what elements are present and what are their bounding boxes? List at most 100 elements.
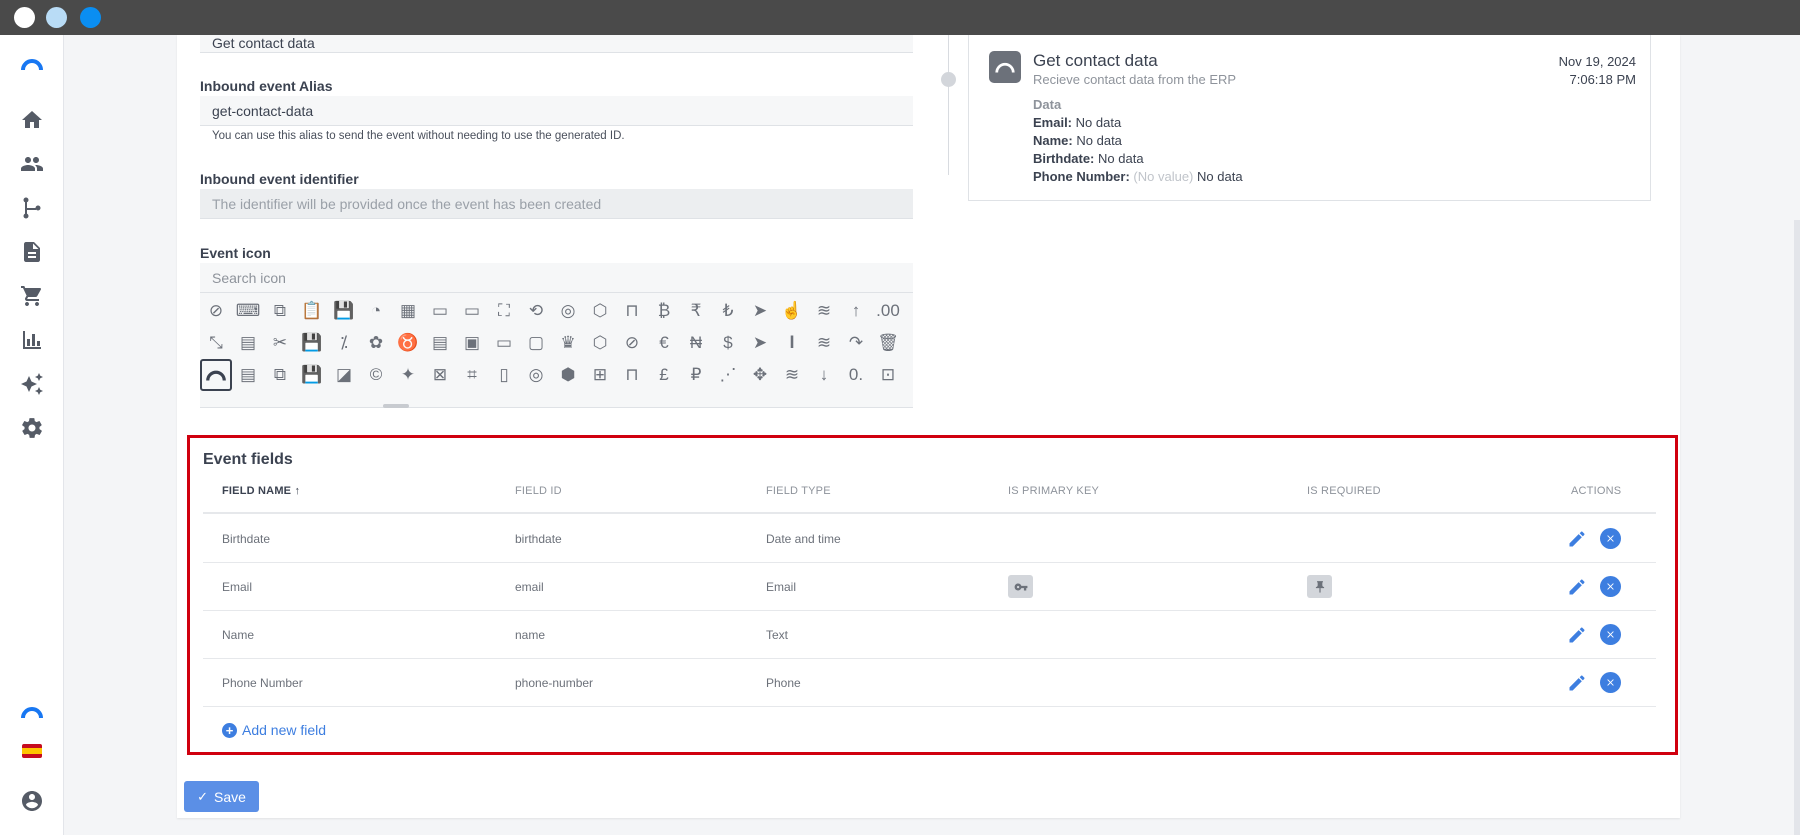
icon-option[interactable]: ✥	[744, 359, 776, 391]
cart-icon[interactable]	[17, 281, 47, 311]
icon-option[interactable]: ▤	[424, 327, 456, 359]
edit-icon[interactable]	[1565, 671, 1589, 695]
icon-option[interactable]: ⌨	[232, 295, 264, 327]
people-icon[interactable]	[17, 149, 47, 179]
icon-option[interactable]: ♛	[552, 327, 584, 359]
event-name-field[interactable]: Get contact data	[200, 35, 913, 53]
icon-option[interactable]: ⊓	[616, 359, 648, 391]
icon-option[interactable]: ⋰	[712, 359, 744, 391]
icon-option[interactable]: ▭	[488, 327, 520, 359]
icon-option[interactable]: ©	[360, 359, 392, 391]
icon-option[interactable]: ☝	[776, 295, 808, 327]
icon-option[interactable]: 💾	[328, 295, 360, 327]
arc-logo-icon[interactable]	[17, 697, 47, 727]
arc-logo-icon[interactable]	[17, 49, 47, 79]
icon-option[interactable]: ◎	[552, 295, 584, 327]
icon-option[interactable]: ⊡	[872, 359, 904, 391]
icon-option[interactable]: ⛶	[488, 295, 520, 327]
sparkle-icon[interactable]	[17, 369, 47, 399]
icon-option[interactable]: ↑	[840, 295, 872, 327]
column-header-field-id[interactable]: FIELD ID	[515, 485, 562, 497]
column-header-field-name[interactable]: FIELD NAME ↑	[222, 485, 300, 497]
gear-icon[interactable]	[17, 413, 47, 443]
save-button[interactable]: ✓ Save	[184, 781, 259, 812]
bar-chart-icon[interactable]	[17, 325, 47, 355]
icon-option[interactable]: ⁒	[328, 327, 360, 359]
icon-option[interactable]: ▯	[488, 359, 520, 391]
resize-handle[interactable]	[383, 404, 409, 408]
icon-option[interactable]: ⊘	[200, 295, 232, 327]
icon-option[interactable]: ₺	[712, 295, 744, 327]
icon-option[interactable]: ▭	[456, 295, 488, 327]
icon-option[interactable]: ✂	[264, 327, 296, 359]
delete-icon[interactable]	[1600, 576, 1621, 597]
icon-option[interactable]: .00	[872, 295, 904, 327]
icon-option[interactable]: ⧉	[264, 295, 296, 327]
icon-option[interactable]: ⊓	[616, 295, 648, 327]
icon-option[interactable]: ▦	[392, 295, 424, 327]
icon-option[interactable]: ≋	[808, 327, 840, 359]
icon-option[interactable]: 💾	[296, 359, 328, 391]
icon-option[interactable]: ⌗	[456, 359, 488, 391]
add-new-field-button[interactable]: + Add new field	[222, 722, 326, 738]
icon-option[interactable]: ⬡	[584, 295, 616, 327]
icon-option[interactable]: 0.	[840, 359, 872, 391]
edit-icon[interactable]	[1565, 575, 1589, 599]
selected-icon-option[interactable]	[200, 359, 232, 391]
icon-option[interactable]: ▤	[232, 327, 264, 359]
icon-option[interactable]: ⊘	[616, 327, 648, 359]
icon-option[interactable]: 📋	[296, 295, 328, 327]
icon-option[interactable]: ✿	[360, 327, 392, 359]
icon-option[interactable]: 💾	[296, 327, 328, 359]
icon-option[interactable]: ◪	[328, 359, 360, 391]
close-window-button[interactable]	[14, 7, 35, 28]
flow-icon[interactable]	[17, 193, 47, 223]
icon-option[interactable]: €	[648, 327, 680, 359]
spain-flag-icon[interactable]	[17, 736, 47, 766]
icon-option[interactable]: ↓	[808, 359, 840, 391]
icon-option[interactable]: ₦	[680, 327, 712, 359]
document-icon[interactable]	[17, 237, 47, 267]
icon-option[interactable]: ⬢	[552, 359, 584, 391]
icon-option[interactable]: ▢	[520, 327, 552, 359]
icon-option[interactable]: ₿	[648, 295, 680, 327]
column-header-required[interactable]: IS REQUIRED	[1307, 485, 1381, 497]
alias-input[interactable]: get-contact-data	[200, 96, 913, 126]
delete-icon[interactable]	[1600, 672, 1621, 693]
icon-option[interactable]: ◔	[360, 295, 392, 327]
icon-option[interactable]: ♉	[392, 327, 424, 359]
column-header-field-type[interactable]: FIELD TYPE	[766, 485, 831, 497]
edit-icon[interactable]	[1565, 527, 1589, 551]
delete-icon[interactable]	[1600, 528, 1621, 549]
icon-option[interactable]: 🗑	[872, 327, 904, 359]
icon-option[interactable]: ⤡	[200, 327, 232, 359]
icon-option[interactable]: ◎	[520, 359, 552, 391]
icon-option[interactable]: ⊠	[424, 359, 456, 391]
page-scrollbar[interactable]	[1794, 220, 1800, 835]
icon-search-input[interactable]: Search icon	[200, 263, 913, 293]
account-circle-icon[interactable]	[17, 786, 47, 816]
icon-option[interactable]: ₹	[680, 295, 712, 327]
home-icon[interactable]	[17, 105, 47, 135]
icon-option[interactable]: ⬡	[584, 327, 616, 359]
icon-option[interactable]: ↷	[840, 327, 872, 359]
edit-icon[interactable]	[1565, 623, 1589, 647]
icon-option[interactable]: ▤	[232, 359, 264, 391]
icon-option[interactable]: ▭	[424, 295, 456, 327]
icon-option[interactable]: ▣	[456, 327, 488, 359]
column-header-primary-key[interactable]: IS PRIMARY KEY	[1008, 485, 1099, 497]
minimize-window-button[interactable]	[46, 7, 67, 28]
icon-option[interactable]: ✦	[392, 359, 424, 391]
icon-option[interactable]: 𝐈	[776, 327, 808, 359]
icon-option[interactable]: £	[648, 359, 680, 391]
icon-option[interactable]: ⧉	[264, 359, 296, 391]
icon-option[interactable]: ≋	[776, 359, 808, 391]
icon-option[interactable]: ⊞	[584, 359, 616, 391]
maximize-window-button[interactable]	[80, 7, 101, 28]
icon-option[interactable]: ⟲	[520, 295, 552, 327]
delete-icon[interactable]	[1600, 624, 1621, 645]
icon-option[interactable]: $	[712, 327, 744, 359]
icon-option[interactable]: ➤	[744, 295, 776, 327]
icon-option[interactable]: ➤	[744, 327, 776, 359]
icon-option[interactable]: ≋	[808, 295, 840, 327]
